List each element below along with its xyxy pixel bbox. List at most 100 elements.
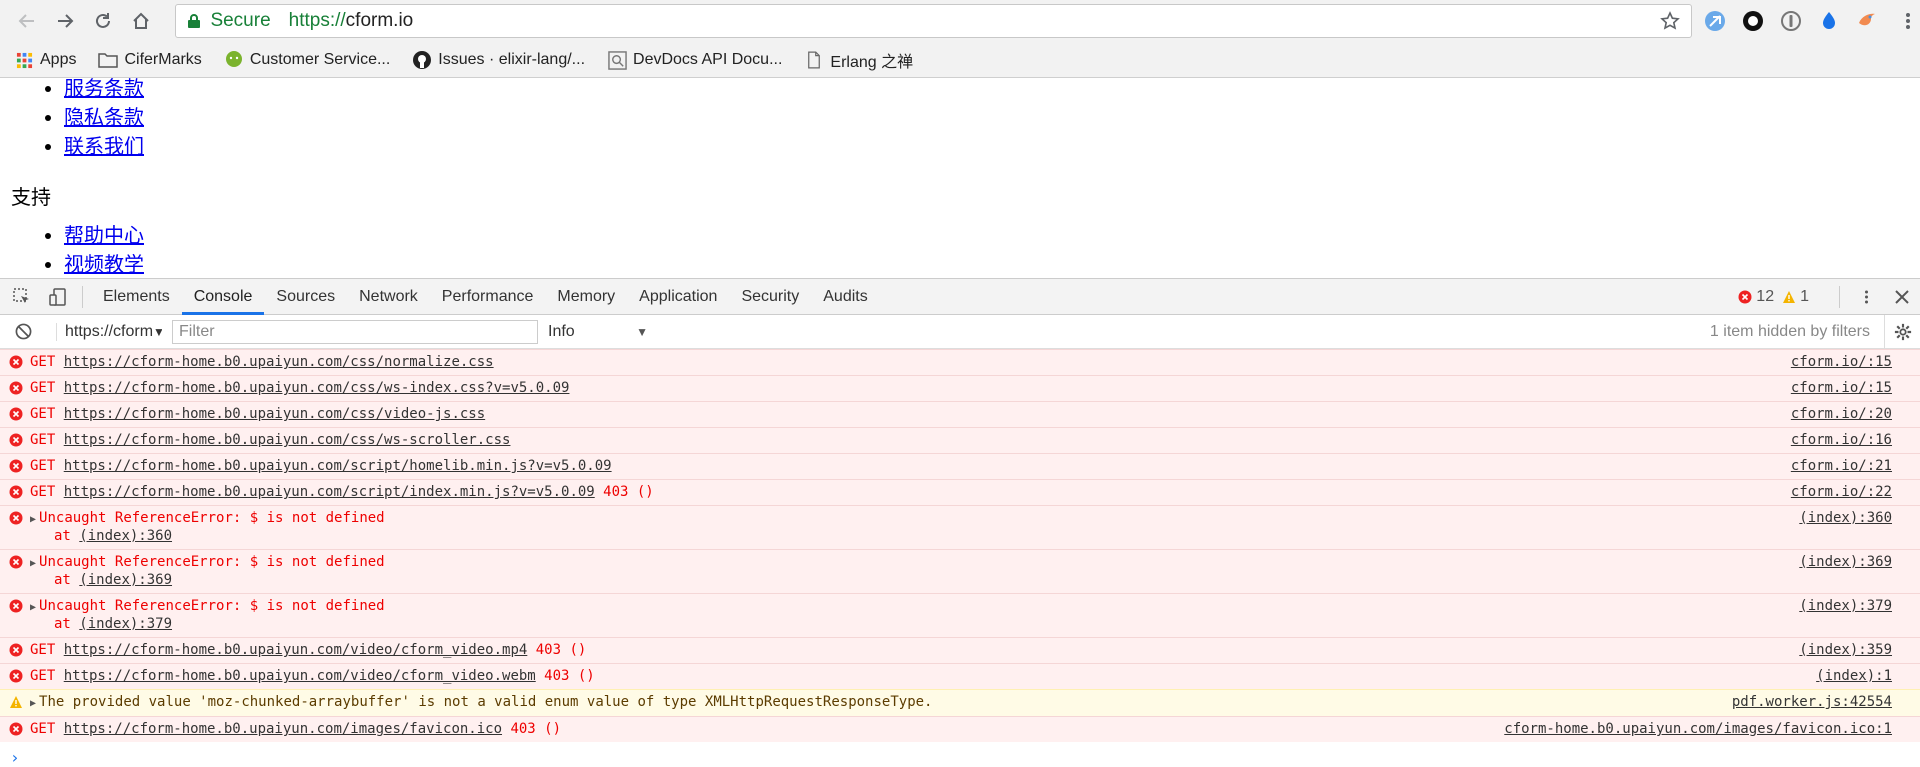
request-url-link[interactable]: https://cform-home.b0.upaiyun.com/images… — [64, 721, 502, 737]
message-text: Uncaught ReferenceError: $ is not define… — [39, 598, 385, 614]
source-link[interactable]: cform.io/:15 — [1791, 354, 1892, 371]
source-link[interactable]: pdf.worker.js:42554 — [1732, 694, 1892, 711]
contact-link[interactable]: 联系我们 — [64, 134, 144, 158]
request-url-link[interactable]: https://cform-home.b0.upaiyun.com/css/vi… — [64, 406, 485, 422]
error-count: 12 — [1738, 288, 1774, 306]
extension-circle-icon[interactable] — [1738, 6, 1768, 36]
console-message: GET https://cform-home.b0.upaiyun.com/cs… — [0, 427, 1920, 453]
request-url-link[interactable]: https://cform-home.b0.upaiyun.com/video/… — [64, 642, 528, 658]
devtools-panel: Elements Console Sources Network Performance… — [0, 278, 1920, 767]
device-toolbar-icon[interactable] — [44, 279, 72, 315]
tab-security[interactable]: Security — [729, 279, 811, 315]
log-level-select[interactable]: Info ▼ — [548, 323, 648, 341]
back-button[interactable] — [8, 4, 46, 38]
bookmark-star-icon[interactable] — [1657, 8, 1683, 34]
message-body: GET https://cform-home.b0.upaiyun.com/cs… — [30, 354, 1771, 371]
error-icon — [9, 407, 23, 421]
bookmark-elixir-issues[interactable]: Issues · elixir-lang/... — [412, 50, 585, 70]
message-text: Uncaught ReferenceError: $ is not define… — [39, 554, 385, 570]
forward-button[interactable] — [46, 4, 84, 38]
address-bar[interactable]: Secure https:// cform.io — [175, 4, 1692, 38]
stack-prefix: at — [54, 528, 80, 544]
expand-triangle-icon[interactable]: ▶ — [30, 698, 36, 709]
filter-input[interactable] — [172, 319, 538, 344]
close-devtools-icon[interactable] — [1884, 279, 1920, 315]
tab-audits[interactable]: Audits — [811, 279, 879, 315]
expand-triangle-icon[interactable]: ▶ — [30, 602, 36, 613]
support-heading: 支持 — [11, 185, 51, 209]
list-item: 服务条款 — [64, 78, 1920, 103]
extension-drop-icon[interactable] — [1814, 6, 1844, 36]
tab-network[interactable]: Network — [347, 279, 430, 315]
home-icon — [132, 12, 149, 29]
stack-link[interactable]: (index):369 — [79, 572, 172, 588]
bookmark-cifermarks[interactable]: CiferMarks — [98, 50, 202, 70]
bookmark-customer-service[interactable]: Customer Service... — [224, 50, 390, 70]
request-url-link[interactable]: https://cform-home.b0.upaiyun.com/video/… — [64, 668, 536, 684]
source-link[interactable]: cform.io/:22 — [1791, 484, 1892, 501]
bookmark-devdocs[interactable]: DevDocs API Docu... — [607, 50, 782, 70]
request-method: GET — [30, 642, 64, 658]
context-select[interactable]: https://cform ▼ — [56, 322, 162, 341]
request-url-link[interactable]: https://cform-home.b0.upaiyun.com/css/no… — [64, 354, 494, 370]
status-code: 403 () — [535, 668, 595, 684]
browser-menu-icon[interactable] — [1896, 6, 1920, 36]
clear-console-icon[interactable] — [8, 317, 38, 347]
source-link[interactable]: cform.io/:15 — [1791, 380, 1892, 397]
tab-performance[interactable]: Performance — [430, 279, 546, 315]
extension-1password-icon[interactable] — [1776, 6, 1806, 36]
extension-bird-icon[interactable] — [1852, 6, 1882, 36]
extension-feather-icon[interactable] — [1700, 6, 1730, 36]
tab-memory[interactable]: Memory — [545, 279, 627, 315]
inspect-element-icon[interactable] — [8, 279, 36, 315]
privacy-link[interactable]: 隐私条款 — [64, 105, 144, 129]
request-url-link[interactable]: https://cform-home.b0.upaiyun.com/script… — [64, 458, 612, 474]
message-text: Uncaught ReferenceError: $ is not define… — [39, 510, 385, 526]
expand-triangle-icon[interactable]: ▶ — [30, 514, 36, 525]
message-body: GET https://cform-home.b0.upaiyun.com/cs… — [30, 432, 1771, 449]
source-link[interactable]: (index):359 — [1799, 642, 1892, 659]
divider — [82, 285, 83, 308]
console-settings-icon[interactable] — [1884, 314, 1920, 349]
help-center-link[interactable]: 帮助中心 — [64, 223, 144, 247]
tab-console[interactable]: Console — [181, 279, 265, 315]
tab-sources[interactable]: Sources — [264, 279, 347, 315]
source-link[interactable]: cform.io/:20 — [1791, 406, 1892, 423]
error-icon — [1738, 290, 1752, 303]
video-tutorial-link[interactable]: 视频教学 — [64, 252, 144, 276]
request-url-link[interactable]: https://cform-home.b0.upaiyun.com/css/ws… — [64, 432, 511, 448]
reload-button[interactable] — [84, 4, 122, 38]
request-method: GET — [30, 432, 64, 448]
arrow-left-icon — [18, 14, 34, 28]
console-prompt[interactable]: › — [0, 742, 1920, 767]
terms-of-service-link[interactable]: 服务条款 — [64, 78, 144, 100]
source-link[interactable]: (index):379 — [1799, 598, 1892, 615]
page-viewport: 服务条款 隐私条款 联系我们 支持 帮助中心 视频教学 — [0, 78, 1920, 278]
devtools-menu-icon[interactable] — [1848, 279, 1884, 315]
source-link[interactable]: (index):369 — [1799, 554, 1892, 571]
source-link[interactable]: cform-home.b0.upaiyun.com/images/favicon… — [1504, 721, 1892, 738]
stack-link[interactable]: (index):360 — [79, 528, 172, 544]
bookmark-erlang[interactable]: Erlang 之禅 — [804, 48, 913, 72]
expand-triangle-icon[interactable]: ▶ — [30, 558, 36, 569]
request-url-link[interactable]: https://cform-home.b0.upaiyun.com/script… — [64, 484, 595, 500]
request-method: GET — [30, 484, 64, 500]
source-link[interactable]: cform.io/:16 — [1791, 432, 1892, 449]
source-link[interactable]: (index):1 — [1816, 668, 1892, 685]
bookmark-label: Issues · elixir-lang/... — [438, 51, 586, 68]
tab-application[interactable]: Application — [627, 279, 729, 315]
tab-elements[interactable]: Elements — [91, 279, 182, 315]
source-link[interactable]: (index):360 — [1799, 510, 1892, 527]
request-method: GET — [30, 406, 64, 422]
request-method: GET — [30, 354, 64, 370]
bookmark-apps[interactable]: Apps — [14, 50, 76, 70]
request-url-link[interactable]: https://cform-home.b0.upaiyun.com/css/ws… — [64, 380, 570, 396]
home-button[interactable] — [122, 4, 160, 38]
page-icon — [804, 50, 824, 70]
url-host: cform.io — [345, 10, 414, 31]
apps-grid-icon — [14, 50, 34, 70]
message-counts[interactable]: 12 1 — [1738, 288, 1817, 306]
console-toolbar: https://cform ▼ Info ▼ 1 item hidden by … — [0, 314, 1920, 349]
stack-link[interactable]: (index):379 — [79, 616, 172, 632]
source-link[interactable]: cform.io/:21 — [1791, 458, 1892, 475]
